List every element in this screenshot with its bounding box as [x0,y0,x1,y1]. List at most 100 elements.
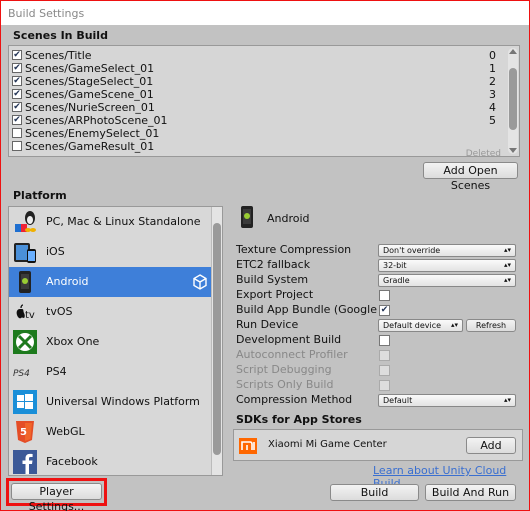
development-build-label: Development Build [236,333,342,346]
scenes-list[interactable]: ✔ Scenes/Title 0 ✔ Scenes/GameSelect_01 … [8,45,520,157]
title-bar: Build Settings [0,0,530,25]
build-settings-window: Scenes In Build ✔ Scenes/Title 0 ✔ Scene… [0,25,530,511]
platform-label: tvOS [46,305,73,318]
script-debugging-label: Script Debugging [236,363,332,376]
scene-checkbox[interactable]: ✔ [12,102,22,112]
scene-index: 4 [489,101,496,114]
dropdown-value: Default [383,396,413,405]
platform-label: Universal Windows Platform [46,395,200,408]
add-sdk-button[interactable]: Add [466,437,516,454]
etc2-fallback-dropdown[interactable]: 32-bit ▴▾ [378,259,516,272]
tvos-icon: tv [16,304,35,321]
run-device-label: Run Device [236,318,299,331]
export-project-label: Export Project [236,288,314,301]
scene-row[interactable]: ✔ Scenes/ARPhotoScene_01 5 [12,114,502,127]
build-app-bundle-label: Build App Bundle (Google Play) [236,303,379,316]
build-button[interactable]: Build [330,484,419,501]
scene-checkbox[interactable] [12,128,22,138]
scene-checkbox[interactable]: ✔ [12,115,22,125]
dropdown-value: Gradle [383,276,410,285]
dropdown-value: Don't override [383,246,441,255]
scene-index: 5 [489,114,496,127]
scroll-down-icon[interactable] [509,148,517,153]
scene-index: 2 [489,75,496,88]
xbox-icon [13,330,37,354]
platform-item-tvos[interactable]: tv tvOS [9,297,212,327]
scripts-only-build-checkbox [379,380,390,391]
scroll-up-icon[interactable] [509,49,517,54]
platform-item-facebook[interactable]: Facebook [9,447,212,475]
scene-row[interactable]: ✔ Scenes/Title 0 [12,49,502,62]
platform-title: Android [267,212,310,225]
deleted-label: Deleted [465,149,501,157]
sdk-label: Xiaomi Mi Game Center [268,439,387,450]
scene-row[interactable]: Scenes/EnemySelect_01 [12,127,502,140]
etc2-fallback-label: ETC2 fallback [236,258,311,271]
android-icon [241,206,253,228]
run-device-dropdown[interactable]: Default device ▴▾ [378,319,463,332]
platform-label: PC, Mac & Linux Standalone [46,215,201,228]
platform-item-standalone[interactable]: PC, Mac & Linux Standalone [9,207,212,237]
scene-row[interactable]: ✔ Scenes/GameScene_01 3 [12,88,502,101]
export-project-checkbox[interactable] [379,290,390,301]
scene-row[interactable]: Scenes/GameResult_01 [12,140,502,153]
scene-name: Scenes/StageSelect_01 [25,75,154,88]
autoconnect-profiler-checkbox [379,350,390,361]
scene-name: Scenes/ARPhotoScene_01 [25,114,168,127]
platform-item-xbox[interactable]: Xbox One [9,327,212,357]
scenes-header: Scenes In Build [13,29,108,42]
dropdown-arrow-icon: ▴▾ [503,276,511,284]
scene-name: Scenes/GameScene_01 [25,88,154,101]
scene-row[interactable]: ✔ Scenes/StageSelect_01 2 [12,75,502,88]
sdk-item-xiaomi: Xiaomi Mi Game Center Add [233,429,523,461]
scrollbar-thumb[interactable] [509,68,517,130]
add-open-scenes-button[interactable]: Add Open Scenes [423,162,518,192]
scripts-only-build-label: Scripts Only Build [236,378,334,391]
platform-item-webgl[interactable]: 5 WebGL [9,417,212,447]
platform-item-uwp[interactable]: Universal Windows Platform [9,387,212,417]
scene-row[interactable]: ✔ Scenes/GameSelect_01 1 [12,62,502,75]
platform-item-ios[interactable]: iOS [9,237,212,267]
development-build-checkbox[interactable] [379,335,390,346]
scene-checkbox[interactable]: ✔ [12,63,22,73]
platform-label: Facebook [46,455,98,468]
platform-list[interactable]: PC, Mac & Linux Standalone iOS Android t… [8,206,223,476]
scene-checkbox[interactable] [12,141,22,151]
compression-method-label: Compression Method [236,393,353,406]
texture-compression-dropdown[interactable]: Don't override ▴▾ [378,244,516,257]
unity-logo-icon [193,274,207,290]
texture-compression-label: Texture Compression [236,243,352,256]
platform-item-android[interactable]: Android [9,267,212,297]
svg-text:tv: tv [25,310,35,321]
build-system-dropdown[interactable]: Gradle ▴▾ [378,274,516,287]
ios-icon [14,243,36,263]
scenes-scrollbar[interactable] [508,48,518,154]
scene-checkbox[interactable]: ✔ [12,50,22,60]
ps4-icon: PS4 [13,369,30,379]
scene-checkbox[interactable]: ✔ [12,76,22,86]
refresh-button[interactable]: Refresh [466,319,516,332]
scrollbar-thumb[interactable] [213,223,221,455]
scene-checkbox[interactable]: ✔ [12,89,22,99]
svg-text:PS4: PS4 [13,369,30,379]
xiaomi-icon [239,438,257,454]
pc-mac-linux-icon [15,211,36,232]
dropdown-value: Default device [383,321,442,330]
scene-index: 0 [489,49,496,62]
scene-row[interactable]: ✔ Scenes/NurieScreen_01 4 [12,101,502,114]
build-system-label: Build System [236,273,309,286]
platform-item-ps4[interactable]: PS4 PS4 [9,357,212,387]
windows-icon [13,390,37,414]
platform-scrollbar[interactable] [211,207,222,475]
scene-index: 3 [489,88,496,101]
scene-name: Scenes/NurieScreen_01 [25,101,155,114]
scene-name: Scenes/GameSelect_01 [25,62,155,75]
platform-label: WebGL [46,425,85,438]
player-settings-button[interactable]: Player Settings... [11,483,102,511]
sdks-header: SDKs for App Stores [236,413,362,426]
build-and-run-button[interactable]: Build And Run [425,484,516,501]
platform-header: Platform [13,189,67,202]
compression-method-dropdown[interactable]: Default ▴▾ [378,394,516,407]
scene-name: Scenes/GameResult_01 [25,140,155,153]
build-app-bundle-checkbox[interactable]: ✔ [379,305,390,316]
